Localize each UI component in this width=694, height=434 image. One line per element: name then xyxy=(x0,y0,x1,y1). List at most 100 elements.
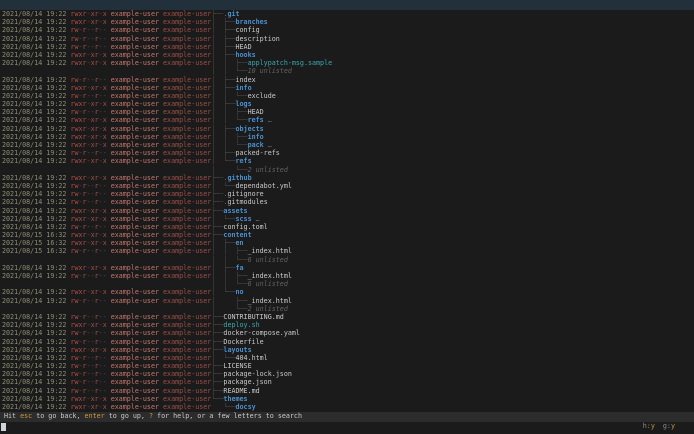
tree-row[interactable]: 2021/08/14 19:22 rwxr-xr-x example-user exa… xyxy=(2,51,694,59)
tree-row[interactable]: 2021/08/14 19:22 rwxr-xr-x example-user exa… xyxy=(2,84,694,92)
tree-row[interactable]: 2021/08/14 19:22 rwxr-xr-x example-user exa… xyxy=(2,264,694,272)
file-date: 2021/08/14 19:22 xyxy=(2,288,67,297)
file-owner: example-user xyxy=(110,198,160,207)
file-permissions: rw-r--r-- xyxy=(70,42,107,51)
tree-row[interactable]: │ └──2 unlisted xyxy=(2,166,694,174)
flag-hidden[interactable]: h:y xyxy=(643,422,655,430)
tree-row[interactable]: 2021/08/15 16:32 rw-r--r-- example-user exa… xyxy=(2,247,694,255)
tree-row[interactable]: 2021/08/14 19:22 rw-r--r-- example-user exa… xyxy=(2,92,694,100)
tree-row[interactable]: 2021/08/14 19:22 rw-r--r-- example-user exa… xyxy=(2,190,694,198)
file-owner: example-user xyxy=(110,10,160,18)
file-group: example-user xyxy=(163,222,212,231)
tree-row[interactable]: 2021/08/14 19:22 rw-r--r-- example-user exa… xyxy=(2,338,694,346)
file-owner: example-user xyxy=(110,206,160,215)
file-group: example-user xyxy=(163,132,212,141)
tree-row[interactable]: 2021/08/14 19:22 rwxr-xr-x example-user exa… xyxy=(2,10,694,18)
tree-row[interactable]: 2021/08/14 19:22 rwxr-xr-x example-user exa… xyxy=(2,346,694,354)
tree-branch: │ ├── xyxy=(211,50,236,59)
file-owner: example-user xyxy=(110,345,160,354)
tree-row[interactable]: 2021/08/14 19:22 rw-r--r-- example-user exa… xyxy=(2,297,694,305)
file-group: example-user xyxy=(163,26,212,35)
tree-row[interactable]: │ │ └──6 unlisted xyxy=(2,256,694,264)
tree-row[interactable]: 2021/08/14 19:22 rwxr-xr-x example-user exa… xyxy=(2,288,694,296)
tree-row[interactable]: 2021/08/14 19:22 rwxr-xr-x example-user exa… xyxy=(2,100,694,108)
tree-row[interactable]: 2021/08/14 19:22 rw-r--r-- example-user exa… xyxy=(2,198,694,206)
file-permissions: rw-r--r-- xyxy=(70,329,107,338)
file-name: .git xyxy=(223,10,240,18)
file-name: description xyxy=(235,34,280,43)
file-date: 2021/08/14 19:22 xyxy=(2,173,67,182)
search-input[interactable]: h:y g:y xyxy=(0,421,694,434)
tree-row[interactable]: 2021/08/14 19:22 rw-r--r-- example-user exa… xyxy=(2,387,694,395)
tree-branch: │ ├── xyxy=(211,75,236,84)
tree-row[interactable]: 2021/08/14 19:22 rw-r--r-- example-user exa… xyxy=(2,26,694,34)
tree-row[interactable]: 2021/08/14 19:22 rw-r--r-- example-user exa… xyxy=(2,329,694,337)
tree-row[interactable]: 2021/08/14 19:22 rw-r--r-- example-user exa… xyxy=(2,43,694,51)
file-owner: example-user xyxy=(110,75,160,84)
tree-branch: └── xyxy=(211,403,236,411)
tree-branch: │ │ └── xyxy=(211,91,248,100)
tree-row[interactable]: 2021/08/14 19:22 rwxr-xr-x example-user exa… xyxy=(2,321,694,329)
tree-row[interactable]: 2021/08/14 19:22 rw-r--r-- example-user exa… xyxy=(2,35,694,43)
file-permissions: rwxr-xr-x xyxy=(70,288,107,297)
tree-row[interactable]: │ │ └──10 unlisted xyxy=(2,67,694,75)
tree-row[interactable]: 2021/08/14 19:22 rw-r--r-- example-user exa… xyxy=(2,313,694,321)
file-name: Dockerfile xyxy=(223,337,264,346)
file-date: 2021/08/14 19:22 xyxy=(2,190,67,199)
tree-row[interactable]: 2021/08/14 19:22 rw-r--r-- example-user exa… xyxy=(2,149,694,157)
tree-row[interactable]: 2021/08/14 19:22 rwxr-xr-x example-user exa… xyxy=(2,403,694,411)
status-bar: Hit esc to go back, enter to go up, ? fo… xyxy=(0,412,694,422)
file-name: refs xyxy=(235,157,252,166)
file-date: 2021/08/14 19:22 xyxy=(2,296,67,305)
tree-row[interactable]: 2021/08/14 19:22 rwxr-xr-x example-user exa… xyxy=(2,215,694,223)
tree-row[interactable]: 2021/08/14 19:22 rw-r--r-- example-user exa… xyxy=(2,108,694,116)
tree-row[interactable]: 2021/08/14 19:22 rwxr-xr-x example-user exa… xyxy=(2,18,694,26)
tree-row[interactable]: 2021/08/14 19:22 rw-r--r-- example-user exa… xyxy=(2,182,694,190)
file-permissions: rwxr-xr-x xyxy=(70,10,107,18)
tree-row[interactable]: 2021/08/14 19:22 rwxr-xr-x example-user exa… xyxy=(2,174,694,182)
file-date: 2021/08/14 19:22 xyxy=(2,403,67,411)
file-owner: example-user xyxy=(110,42,160,51)
file-permissions: rw-r--r-- xyxy=(70,91,107,100)
file-name: .github xyxy=(223,173,252,182)
tree-branch: ├── xyxy=(211,337,224,346)
file-permissions: rw-r--r-- xyxy=(70,75,107,84)
file-owner: example-user xyxy=(110,312,160,321)
tree-row[interactable]: 2021/08/14 19:22 rwxr-xr-x example-user exa… xyxy=(2,395,694,403)
tree-row[interactable]: 2021/08/14 19:22 rw-r--r-- example-user exa… xyxy=(2,272,694,280)
tree-row[interactable]: 2021/08/14 19:22 rwxr-xr-x example-user exa… xyxy=(2,133,694,141)
file-name: docsy xyxy=(235,403,256,411)
file-name: refs xyxy=(247,116,264,125)
file-group: example-user xyxy=(163,83,212,92)
tree-row[interactable]: 2021/08/14 19:22 rwxr-xr-x example-user exa… xyxy=(2,207,694,215)
tree-row[interactable]: 2021/08/14 19:22 rwxr-xr-x example-user exa… xyxy=(2,116,694,124)
tree-row[interactable]: 2021/08/14 19:22 rw-r--r-- example-user exa… xyxy=(2,370,694,378)
file-owner: example-user xyxy=(110,108,160,117)
tree-row[interactable]: │ └──2 unlisted xyxy=(2,305,694,313)
tree-row[interactable]: 2021/08/14 19:22 rw-r--r-- example-user exa… xyxy=(2,223,694,231)
file-group: example-user xyxy=(163,312,212,321)
flag-gitignore[interactable]: g:y xyxy=(663,422,675,430)
file-permissions: rwxr-xr-x xyxy=(70,214,107,223)
file-group: example-user xyxy=(163,34,212,43)
tree-row[interactable]: 2021/08/14 19:22 rwxr-xr-x example-user exa… xyxy=(2,157,694,165)
file-permissions: rw-r--r-- xyxy=(70,222,107,231)
file-permissions: rw-r--r-- xyxy=(70,353,107,362)
tree-row[interactable]: 2021/08/15 16:32 rwxr-xr-x example-user exa… xyxy=(2,239,694,247)
file-permissions: rw-r--r-- xyxy=(70,34,107,43)
tree-row[interactable]: │ │ └──6 unlisted xyxy=(2,280,694,288)
unlisted-count: 2 unlisted xyxy=(247,304,288,313)
tree-row[interactable]: 2021/08/14 19:22 rw-r--r-- example-user exa… xyxy=(2,76,694,84)
tree-row[interactable]: 2021/08/14 19:22 rw-r--r-- example-user exa… xyxy=(2,354,694,362)
tree-row[interactable]: 2021/08/15 16:32 rwxr-xr-x example-user exa… xyxy=(2,231,694,239)
tree-row[interactable]: 2021/08/14 19:22 rw-r--r-- example-user exa… xyxy=(2,362,694,370)
tree-row[interactable]: 2021/08/14 19:22 rwxr-xr-x example-user exa… xyxy=(2,59,694,67)
tree-branch: │ │ ├── xyxy=(211,132,248,141)
tree-row[interactable]: 2021/08/14 19:22 rwxr-xr-x example-user exa… xyxy=(2,125,694,133)
tree-row[interactable]: 2021/08/14 19:22 rwxr-xr-x example-user exa… xyxy=(2,141,694,149)
file-date: 2021/08/14 19:22 xyxy=(2,10,67,18)
tree-row[interactable]: 2021/08/14 19:22 rw-r--r-- example-user exa… xyxy=(2,378,694,386)
file-owner: example-user xyxy=(110,288,160,297)
file-date: 2021/08/14 19:22 xyxy=(2,149,67,158)
file-group: example-user xyxy=(163,108,212,117)
